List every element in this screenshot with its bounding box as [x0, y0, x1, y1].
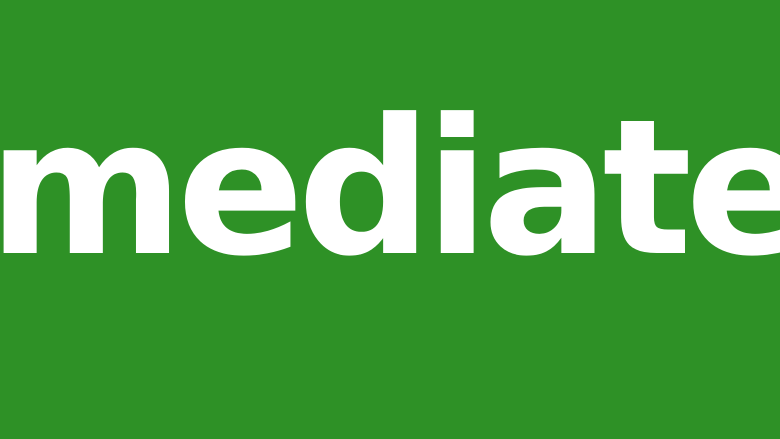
- banner-word: mediately: [0, 79, 780, 298]
- green-banner: mediately: [0, 0, 780, 439]
